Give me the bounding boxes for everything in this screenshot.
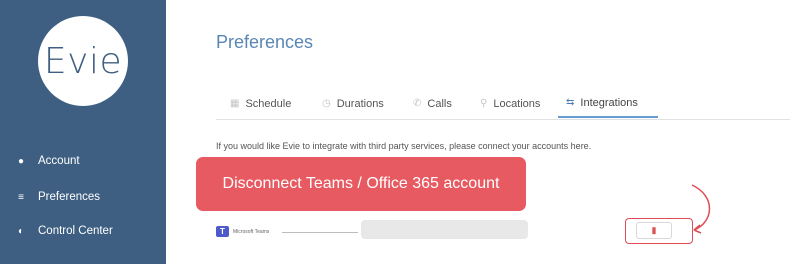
callout-banner: Disconnect Teams / Office 365 account	[196, 157, 526, 211]
callout-arrow	[691, 184, 711, 234]
callout-text: Disconnect Teams / Office 365 account	[222, 175, 500, 192]
